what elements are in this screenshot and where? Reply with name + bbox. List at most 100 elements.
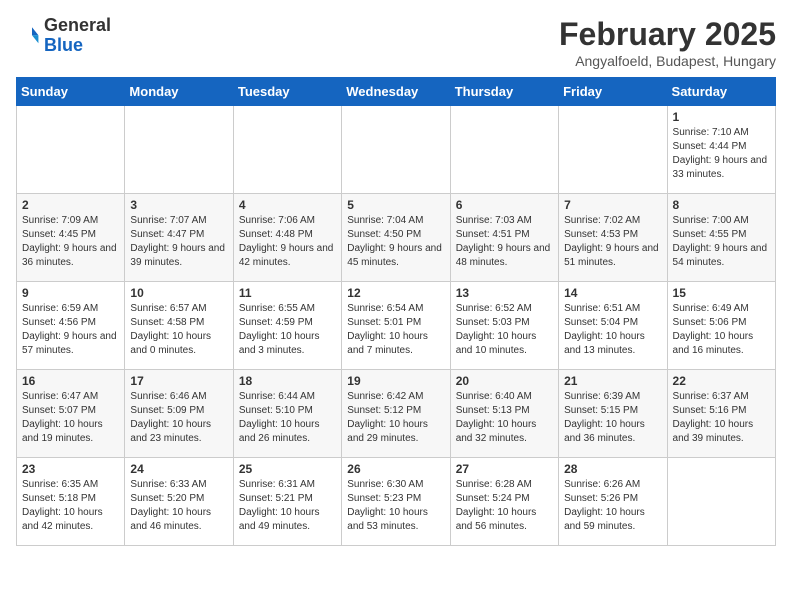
day-info: Sunrise: 6:33 AM Sunset: 5:20 PM Dayligh… — [130, 478, 227, 534]
logo-icon — [16, 24, 40, 48]
day-info: Sunrise: 7:00 AM Sunset: 4:55 PM Dayligh… — [673, 214, 770, 270]
day-info: Sunrise: 6:31 AM Sunset: 5:21 PM Dayligh… — [239, 478, 336, 534]
day-info: Sunrise: 6:57 AM Sunset: 4:58 PM Dayligh… — [130, 302, 227, 358]
calendar-week-row: 23 Sunrise: 6:35 AM Sunset: 5:18 PM Dayli… — [17, 458, 776, 546]
day-number: 4 — [239, 198, 336, 212]
calendar-cell: 11 Sunrise: 6:55 AM Sunset: 4:59 PM Dayli… — [233, 282, 341, 370]
day-number: 8 — [673, 198, 770, 212]
calendar-cell — [559, 106, 667, 194]
logo: General Blue — [16, 16, 111, 56]
day-info: Sunrise: 6:51 AM Sunset: 5:04 PM Dayligh… — [564, 302, 661, 358]
day-number: 26 — [347, 462, 444, 476]
calendar-cell: 27 Sunrise: 6:28 AM Sunset: 5:24 PM Dayli… — [450, 458, 558, 546]
calendar-subtitle: Angyalfoeld, Budapest, Hungary — [559, 53, 776, 69]
day-number: 9 — [22, 286, 119, 300]
weekday-header: Wednesday — [342, 78, 450, 106]
day-info: Sunrise: 7:04 AM Sunset: 4:50 PM Dayligh… — [347, 214, 444, 270]
day-number: 2 — [22, 198, 119, 212]
day-info: Sunrise: 6:26 AM Sunset: 5:26 PM Dayligh… — [564, 478, 661, 534]
weekday-header: Friday — [559, 78, 667, 106]
day-info: Sunrise: 7:06 AM Sunset: 4:48 PM Dayligh… — [239, 214, 336, 270]
weekday-header: Sunday — [17, 78, 125, 106]
calendar-cell: 25 Sunrise: 6:31 AM Sunset: 5:21 PM Dayli… — [233, 458, 341, 546]
calendar-cell: 9 Sunrise: 6:59 AM Sunset: 4:56 PM Daylig… — [17, 282, 125, 370]
day-number: 1 — [673, 110, 770, 124]
day-info: Sunrise: 7:02 AM Sunset: 4:53 PM Dayligh… — [564, 214, 661, 270]
calendar-cell: 3 Sunrise: 7:07 AM Sunset: 4:47 PM Daylig… — [125, 194, 233, 282]
calendar-cell — [17, 106, 125, 194]
day-info: Sunrise: 6:35 AM Sunset: 5:18 PM Dayligh… — [22, 478, 119, 534]
day-number: 10 — [130, 286, 227, 300]
calendar-cell — [125, 106, 233, 194]
day-number: 13 — [456, 286, 553, 300]
day-number: 17 — [130, 374, 227, 388]
calendar-week-row: 16 Sunrise: 6:47 AM Sunset: 5:07 PM Dayli… — [17, 370, 776, 458]
day-number: 6 — [456, 198, 553, 212]
calendar-cell — [450, 106, 558, 194]
day-number: 14 — [564, 286, 661, 300]
day-number: 19 — [347, 374, 444, 388]
day-number: 3 — [130, 198, 227, 212]
day-info: Sunrise: 6:47 AM Sunset: 5:07 PM Dayligh… — [22, 390, 119, 446]
day-number: 5 — [347, 198, 444, 212]
day-number: 25 — [239, 462, 336, 476]
calendar-cell: 15 Sunrise: 6:49 AM Sunset: 5:06 PM Dayli… — [667, 282, 775, 370]
calendar-cell: 1 Sunrise: 7:10 AM Sunset: 4:44 PM Daylig… — [667, 106, 775, 194]
day-info: Sunrise: 7:09 AM Sunset: 4:45 PM Dayligh… — [22, 214, 119, 270]
day-info: Sunrise: 6:59 AM Sunset: 4:56 PM Dayligh… — [22, 302, 119, 358]
day-number: 18 — [239, 374, 336, 388]
calendar-cell: 7Sunrise: 7:02 AM Sunset: 4:53 PM Daylig… — [559, 194, 667, 282]
calendar-cell: 19 Sunrise: 6:42 AM Sunset: 5:12 PM Dayli… — [342, 370, 450, 458]
calendar-cell: 26 Sunrise: 6:30 AM Sunset: 5:23 PM Dayli… — [342, 458, 450, 546]
day-info: Sunrise: 6:44 AM Sunset: 5:10 PM Dayligh… — [239, 390, 336, 446]
calendar-cell: 24 Sunrise: 6:33 AM Sunset: 5:20 PM Dayli… — [125, 458, 233, 546]
day-number: 23 — [22, 462, 119, 476]
calendar-title: February 2025 — [559, 16, 776, 53]
weekday-header: Tuesday — [233, 78, 341, 106]
calendar-cell: 22Sunrise: 6:37 AM Sunset: 5:16 PM Dayli… — [667, 370, 775, 458]
calendar-cell — [667, 458, 775, 546]
day-info: Sunrise: 7:03 AM Sunset: 4:51 PM Dayligh… — [456, 214, 553, 270]
day-info: Sunrise: 7:07 AM Sunset: 4:47 PM Dayligh… — [130, 214, 227, 270]
calendar-week-row: 1 Sunrise: 7:10 AM Sunset: 4:44 PM Daylig… — [17, 106, 776, 194]
calendar-cell — [233, 106, 341, 194]
calendar-cell: 2 Sunrise: 7:09 AM Sunset: 4:45 PM Daylig… — [17, 194, 125, 282]
day-number: 21 — [564, 374, 661, 388]
day-info: Sunrise: 6:52 AM Sunset: 5:03 PM Dayligh… — [456, 302, 553, 358]
calendar-cell: 17 Sunrise: 6:46 AM Sunset: 5:09 PM Dayli… — [125, 370, 233, 458]
day-number: 24 — [130, 462, 227, 476]
calendar-cell: 13 Sunrise: 6:52 AM Sunset: 5:03 PM Dayli… — [450, 282, 558, 370]
day-info: Sunrise: 6:28 AM Sunset: 5:24 PM Dayligh… — [456, 478, 553, 534]
day-info: Sunrise: 6:55 AM Sunset: 4:59 PM Dayligh… — [239, 302, 336, 358]
day-info: Sunrise: 6:54 AM Sunset: 5:01 PM Dayligh… — [347, 302, 444, 358]
calendar-cell: 6 Sunrise: 7:03 AM Sunset: 4:51 PM Daylig… — [450, 194, 558, 282]
weekday-header: Monday — [125, 78, 233, 106]
day-info: Sunrise: 6:37 AM Sunset: 5:16 PM Dayligh… — [673, 390, 770, 446]
calendar-cell: 8 Sunrise: 7:00 AM Sunset: 4:55 PM Daylig… — [667, 194, 775, 282]
day-number: 28 — [564, 462, 661, 476]
calendar-cell: 21Sunrise: 6:39 AM Sunset: 5:15 PM Dayli… — [559, 370, 667, 458]
day-number: 15 — [673, 286, 770, 300]
day-info: Sunrise: 6:42 AM Sunset: 5:12 PM Dayligh… — [347, 390, 444, 446]
day-info: Sunrise: 7:10 AM Sunset: 4:44 PM Dayligh… — [673, 126, 770, 182]
page-header: General Blue February 2025 Angyalfoeld, … — [16, 16, 776, 69]
day-info: Sunrise: 6:30 AM Sunset: 5:23 PM Dayligh… — [347, 478, 444, 534]
day-number: 27 — [456, 462, 553, 476]
calendar-cell: 4 Sunrise: 7:06 AM Sunset: 4:48 PM Daylig… — [233, 194, 341, 282]
day-number: 16 — [22, 374, 119, 388]
calendar-cell: 23 Sunrise: 6:35 AM Sunset: 5:18 PM Dayli… — [17, 458, 125, 546]
weekday-header-row: SundayMondayTuesdayWednesdayThursdayFrid… — [17, 78, 776, 106]
calendar-cell: 5 Sunrise: 7:04 AM Sunset: 4:50 PM Daylig… — [342, 194, 450, 282]
day-info: Sunrise: 6:46 AM Sunset: 5:09 PM Dayligh… — [130, 390, 227, 446]
calendar-cell: 18 Sunrise: 6:44 AM Sunset: 5:10 PM Dayli… — [233, 370, 341, 458]
logo-text: General Blue — [44, 16, 111, 56]
day-number: 12 — [347, 286, 444, 300]
day-info: Sunrise: 6:49 AM Sunset: 5:06 PM Dayligh… — [673, 302, 770, 358]
day-number: 20 — [456, 374, 553, 388]
calendar-cell: 16 Sunrise: 6:47 AM Sunset: 5:07 PM Dayli… — [17, 370, 125, 458]
calendar-week-row: 9 Sunrise: 6:59 AM Sunset: 4:56 PM Daylig… — [17, 282, 776, 370]
calendar-week-row: 2 Sunrise: 7:09 AM Sunset: 4:45 PM Daylig… — [17, 194, 776, 282]
day-number: 11 — [239, 286, 336, 300]
calendar-cell: 28 Sunrise: 6:26 AM Sunset: 5:26 PM Dayli… — [559, 458, 667, 546]
weekday-header: Saturday — [667, 78, 775, 106]
